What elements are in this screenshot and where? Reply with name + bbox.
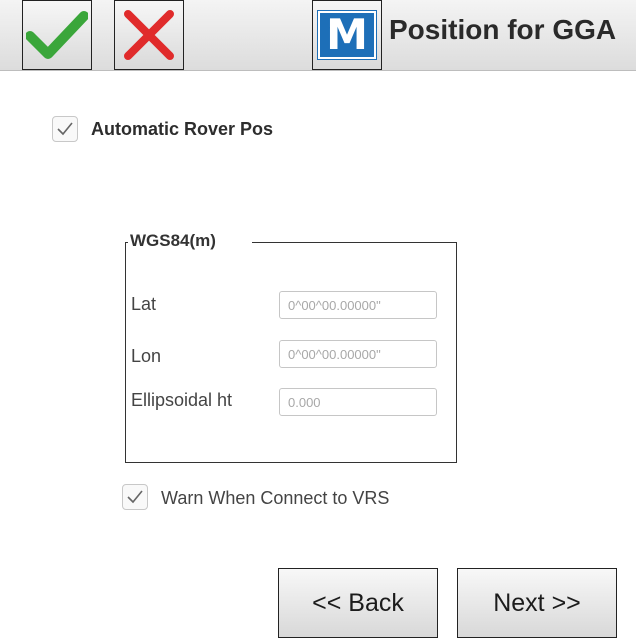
ellipsoidal-ht-label: Ellipsoidal ht <box>131 390 233 410</box>
lat-input[interactable] <box>279 291 437 319</box>
wgs84-group-title: WGS84(m) <box>128 231 252 251</box>
lat-label: Lat <box>131 294 157 314</box>
warn-vrs-label[interactable]: Warn When Connect to VRS <box>161 488 389 509</box>
menu-button[interactable]: M <box>312 0 382 70</box>
automatic-rover-pos-label[interactable]: Automatic Rover Pos <box>91 119 273 140</box>
ellipsoidal-ht-input[interactable] <box>279 388 437 416</box>
cancel-button[interactable] <box>114 0 184 70</box>
checkmark-icon <box>26 11 88 59</box>
automatic-rover-pos-checkbox[interactable] <box>52 116 78 142</box>
toolbar: M Position for GGA <box>0 0 636 71</box>
back-button[interactable]: << Back <box>278 568 438 638</box>
page-title: Position for GGA <box>389 14 617 45</box>
warn-vrs-checkbox[interactable] <box>122 484 148 510</box>
checkmark-icon <box>57 122 73 136</box>
lon-label: Lon <box>131 346 162 366</box>
next-button[interactable]: Next >> <box>457 568 617 638</box>
app-logo-icon: M <box>318 11 376 59</box>
checkmark-icon <box>127 490 143 504</box>
lon-input[interactable] <box>279 340 437 368</box>
ok-button[interactable] <box>22 0 92 70</box>
close-icon <box>124 10 174 60</box>
